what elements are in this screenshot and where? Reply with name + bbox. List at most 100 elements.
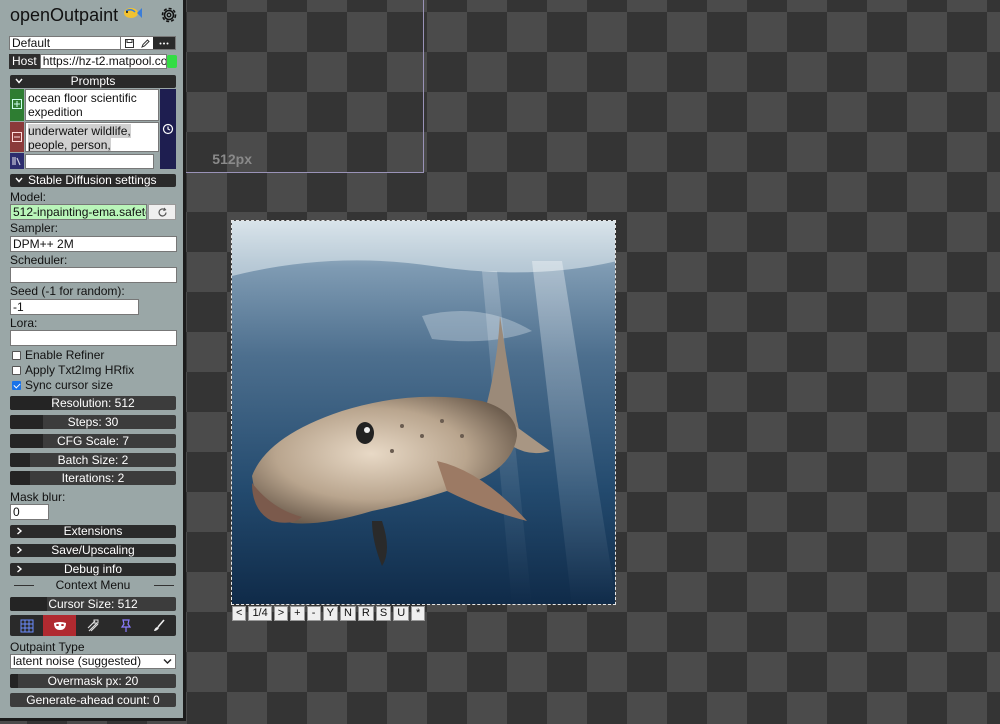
- generation-controls: < 1/4 > + - Y N R S U *: [232, 606, 426, 621]
- gear-icon[interactable]: [159, 5, 179, 25]
- host-row: Host https://hz-t2.matpool.com: [9, 54, 177, 71]
- chevron-right-icon: [17, 565, 23, 573]
- chevron-right-icon: [17, 546, 23, 554]
- slider-label: Generate-ahead count: 0: [26, 693, 160, 707]
- slider-label: CFG Scale: 7: [56, 434, 130, 448]
- refresh-models-button[interactable]: [148, 204, 176, 220]
- accept-button[interactable]: Y: [322, 606, 338, 621]
- upscale-button[interactable]: U: [393, 606, 410, 621]
- style-input[interactable]: [25, 154, 154, 169]
- outpaint-type-select[interactable]: latent noise (suggested): [10, 654, 176, 669]
- chevron-down-icon: [163, 659, 172, 664]
- frame-size-label: 512px: [212, 151, 252, 167]
- generated-image-frame[interactable]: [231, 220, 616, 605]
- save-image-button[interactable]: S: [375, 606, 392, 621]
- pencil-icon[interactable]: [137, 37, 153, 49]
- enable-refiner-label: Enable Refiner: [25, 348, 105, 362]
- prompt-history-button[interactable]: [160, 89, 176, 169]
- tool-bar: [10, 615, 176, 636]
- overmask-slider[interactable]: Overmask px: 20: [10, 674, 176, 688]
- cfg-scale-slider[interactable]: CFG Scale: 7: [10, 434, 176, 448]
- more-images-button[interactable]: +: [290, 606, 305, 621]
- model-label: Model:: [10, 190, 47, 204]
- sync-cursor-row[interactable]: Sync cursor size: [12, 378, 113, 392]
- slider-label: Resolution: 512: [51, 396, 135, 410]
- outpaint-type-label: Outpaint Type: [10, 640, 85, 654]
- preset-name-field[interactable]: Default: [9, 36, 121, 50]
- remove-image-button[interactable]: -: [306, 606, 321, 621]
- section-title: Debug info: [63, 562, 123, 576]
- sampler-label: Sampler:: [10, 221, 59, 235]
- history-icon: [162, 123, 174, 135]
- scheduler-label: Scheduler:: [10, 253, 68, 267]
- pin-tool-button[interactable]: [110, 615, 143, 636]
- settings-panel: openOutpaint Default Host https://hz-t2.…: [0, 0, 186, 721]
- chevron-right-icon: [17, 527, 23, 535]
- iterations-slider[interactable]: Iterations: 2: [10, 471, 176, 485]
- lora-input[interactable]: [10, 330, 177, 346]
- positive-prompt-tag: [10, 89, 24, 121]
- cursor-size-slider[interactable]: Cursor Size: 512: [10, 597, 176, 611]
- plus-icon: [12, 99, 22, 109]
- slider-label: Iterations: 2: [61, 471, 125, 485]
- image-counter: 1/4: [248, 606, 272, 621]
- prompts-section-toggle[interactable]: Prompts: [10, 75, 176, 88]
- prev-image-button[interactable]: <: [232, 606, 247, 621]
- lora-label: Lora:: [10, 316, 38, 330]
- save-icon[interactable]: [121, 37, 137, 49]
- mask-blur-input[interactable]: 0: [10, 504, 49, 520]
- apply-hrfix-checkbox[interactable]: [12, 365, 21, 375]
- slider-label: Steps: 30: [67, 415, 119, 429]
- reject-button[interactable]: N: [339, 606, 356, 621]
- host-url-input[interactable]: https://hz-t2.matpool.com: [39, 54, 167, 69]
- generated-image: [232, 221, 615, 604]
- context-menu-label: Context Menu: [10, 579, 176, 591]
- dream-tool-button[interactable]: [10, 615, 43, 636]
- section-title: Stable Diffusion settings: [28, 173, 157, 187]
- steps-slider[interactable]: Steps: 30: [10, 415, 176, 429]
- host-status-indicator: [167, 55, 177, 68]
- slider-label: Overmask px: 20: [47, 674, 139, 688]
- pin-icon: [121, 618, 132, 632]
- model-select[interactable]: 512-inpainting-ema.safetensors: [10, 204, 147, 220]
- debug-info-section-toggle[interactable]: Debug info: [10, 563, 176, 576]
- preset-row: Default: [9, 36, 176, 50]
- extensions-section-toggle[interactable]: Extensions: [10, 525, 176, 538]
- favorite-button[interactable]: *: [411, 606, 426, 621]
- enable-refiner-row[interactable]: Enable Refiner: [12, 348, 104, 362]
- preset-buttons: [121, 36, 176, 50]
- mask-blur-label: Mask blur:: [10, 490, 66, 504]
- mask-tool-button[interactable]: [43, 615, 77, 636]
- negative-prompt-text: underwater wildlife, people, person,: [28, 124, 131, 152]
- chevron-down-icon: [15, 78, 23, 84]
- sync-cursor-checkbox[interactable]: [12, 380, 21, 390]
- section-title: Save/Upscaling: [51, 543, 135, 557]
- more-icon[interactable]: [153, 37, 175, 49]
- retry-button[interactable]: R: [357, 606, 374, 621]
- seed-input[interactable]: -1: [10, 299, 139, 315]
- refresh-icon: [158, 207, 167, 217]
- slider-label: Cursor Size: 512: [48, 597, 138, 611]
- fish-logo-icon: [122, 6, 142, 23]
- previous-selection-frame: 512px: [186, 0, 424, 173]
- stamp-tool-button[interactable]: [76, 615, 109, 636]
- positive-prompt-input[interactable]: ocean floor scientific expedition: [25, 89, 159, 121]
- save-upscaling-section-toggle[interactable]: Save/Upscaling: [10, 544, 176, 557]
- resolution-slider[interactable]: Resolution: 512: [10, 396, 176, 410]
- batch-size-slider[interactable]: Batch Size: 2: [10, 453, 176, 467]
- sd-settings-section-toggle[interactable]: Stable Diffusion settings: [10, 174, 176, 187]
- apply-hrfix-label: Apply Txt2Img HRfix: [25, 363, 135, 377]
- slider-label: Batch Size: 2: [57, 453, 129, 467]
- brush-tool-button[interactable]: [143, 615, 176, 636]
- next-image-button[interactable]: >: [273, 606, 289, 621]
- grid-icon: [20, 619, 34, 632]
- apply-hrfix-row[interactable]: Apply Txt2Img HRfix: [12, 363, 134, 377]
- enable-refiner-checkbox[interactable]: [12, 350, 21, 360]
- sampler-input[interactable]: DPM++ 2M: [10, 236, 177, 252]
- scheduler-input[interactable]: [10, 267, 177, 283]
- panel-header: openOutpaint: [8, 4, 180, 26]
- negative-prompt-input[interactable]: underwater wildlife, people, person,: [25, 122, 159, 152]
- chevron-down-icon: [15, 177, 23, 183]
- generate-ahead-slider[interactable]: Generate-ahead count: 0: [10, 693, 176, 707]
- outpaint-type-value: latent noise (suggested): [13, 654, 142, 668]
